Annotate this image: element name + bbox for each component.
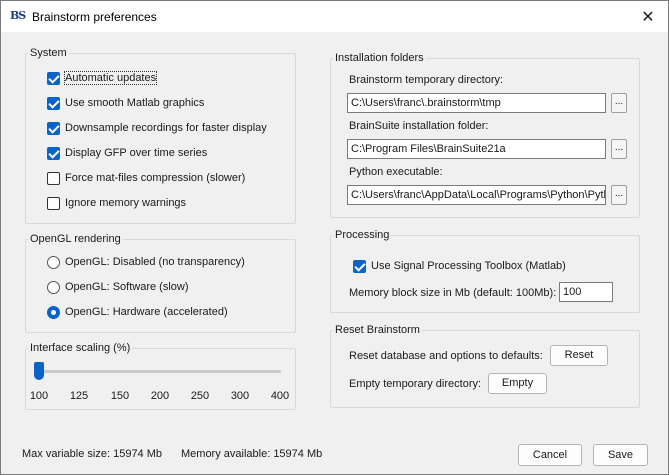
- checkbox-box[interactable]: [47, 121, 60, 135]
- window-title: Brainstorm preferences: [32, 10, 157, 24]
- tmp-dir-label: Brainstorm temporary directory:: [349, 74, 504, 86]
- display-gfp-checkbox[interactable]: Display GFP over time series: [47, 145, 207, 161]
- title-bar: BS Brainstorm preferences ✕: [1, 1, 668, 32]
- scaling-legend: Interface scaling (%): [30, 342, 131, 354]
- checkbox-box[interactable]: [353, 259, 366, 273]
- max-variable-size-text: Max variable size: 15974 Mb: [22, 448, 163, 460]
- tmp-dir-input[interactable]: C:\Users\franc\.brainstorm\tmp: [347, 93, 606, 113]
- checkbox-box[interactable]: [47, 146, 60, 160]
- radio-circle[interactable]: [47, 305, 60, 319]
- scaling-tick-label: 150: [110, 390, 130, 402]
- brainstorm-logo-icon: BS: [10, 9, 26, 22]
- radio-label: OpenGL: Disabled (no transparency): [65, 256, 245, 268]
- scaling-tick-label: 125: [69, 390, 89, 402]
- smooth-graphics-checkbox[interactable]: Use smooth Matlab graphics: [47, 95, 204, 111]
- python-browse-button[interactable]: ...: [611, 185, 627, 205]
- reset-button[interactable]: Reset: [550, 345, 608, 366]
- checkbox-box[interactable]: [47, 196, 60, 210]
- empty-button[interactable]: Empty: [488, 373, 547, 394]
- checkbox-box[interactable]: [47, 171, 60, 185]
- system-legend: System: [30, 47, 67, 59]
- opengl-legend: OpenGL rendering: [30, 233, 121, 245]
- automatic-updates-checkbox[interactable]: Automatic updates: [47, 70, 158, 86]
- brainsuite-label: BrainSuite installation folder:: [349, 120, 489, 132]
- force-compression-checkbox[interactable]: Force mat-files compression (slower): [47, 170, 245, 186]
- preferences-window: BS Brainstorm preferences ✕ System Autom…: [0, 0, 669, 475]
- checkbox-label: Display GFP over time series: [65, 147, 208, 159]
- memory-available-text: Memory available: 15974 Mb: [181, 448, 323, 460]
- scaling-tick-label: 250: [190, 390, 210, 402]
- ignore-memory-warnings-checkbox[interactable]: Ignore memory warnings: [47, 195, 186, 211]
- memory-block-input[interactable]: 100: [559, 282, 613, 302]
- empty-tmp-label: Empty temporary directory:: [349, 378, 482, 390]
- scaling-tick-label: 400: [270, 390, 290, 402]
- python-label: Python executable:: [349, 166, 443, 178]
- radio-label: OpenGL: Software (slow): [65, 281, 189, 293]
- radio-label: OpenGL: Hardware (accelerated): [65, 306, 228, 318]
- checkbox-box[interactable]: [47, 96, 60, 110]
- signal-processing-toolbox-checkbox[interactable]: Use Signal Processing Toolbox (Matlab): [353, 258, 566, 274]
- scaling-slider-thumb[interactable]: [34, 362, 44, 380]
- close-button[interactable]: ✕: [638, 7, 658, 27]
- radio-circle[interactable]: [47, 255, 60, 269]
- reset-legend: Reset Brainstorm: [335, 324, 420, 336]
- save-button[interactable]: Save: [593, 444, 648, 466]
- memory-block-label: Memory block size in Mb (default: 100Mb)…: [349, 287, 557, 299]
- reset-database-label: Reset database and options to defaults:: [349, 350, 543, 362]
- scaling-slider-track[interactable]: [38, 370, 281, 373]
- checkbox-label: Downsample recordings for faster display: [65, 122, 267, 134]
- close-icon: ✕: [641, 9, 655, 26]
- brainsuite-browse-button[interactable]: ...: [611, 139, 627, 159]
- opengl-disabled-radio[interactable]: OpenGL: Disabled (no transparency): [47, 254, 245, 270]
- checkbox-label: Automatic updates: [63, 71, 158, 85]
- processing-legend: Processing: [335, 229, 390, 241]
- reset-brainstorm-group: Reset Brainstorm: [330, 324, 640, 408]
- scaling-tick-label: 200: [150, 390, 170, 402]
- checkbox-label: Force mat-files compression (slower): [65, 172, 246, 184]
- python-input[interactable]: C:\Users\franc\AppData\Local\Programs\Py…: [347, 185, 606, 205]
- checkbox-label: Use smooth Matlab graphics: [65, 97, 205, 109]
- cancel-button[interactable]: Cancel: [518, 444, 582, 466]
- downsample-checkbox[interactable]: Downsample recordings for faster display: [47, 120, 267, 136]
- scaling-tick-label: 300: [230, 390, 250, 402]
- opengl-software-radio[interactable]: OpenGL: Software (slow): [47, 279, 189, 295]
- opengl-hardware-radio[interactable]: OpenGL: Hardware (accelerated): [47, 304, 228, 320]
- checkbox-label: Use Signal Processing Toolbox (Matlab): [371, 260, 566, 272]
- installation-legend: Installation folders: [335, 52, 424, 64]
- checkbox-label: Ignore memory warnings: [65, 197, 187, 209]
- radio-circle[interactable]: [47, 280, 60, 294]
- tmp-dir-browse-button[interactable]: ...: [611, 93, 627, 113]
- brainsuite-input[interactable]: C:\Program Files\BrainSuite21a: [347, 139, 606, 159]
- checkbox-box[interactable]: [47, 71, 60, 85]
- scaling-tick-label: 100: [29, 390, 49, 402]
